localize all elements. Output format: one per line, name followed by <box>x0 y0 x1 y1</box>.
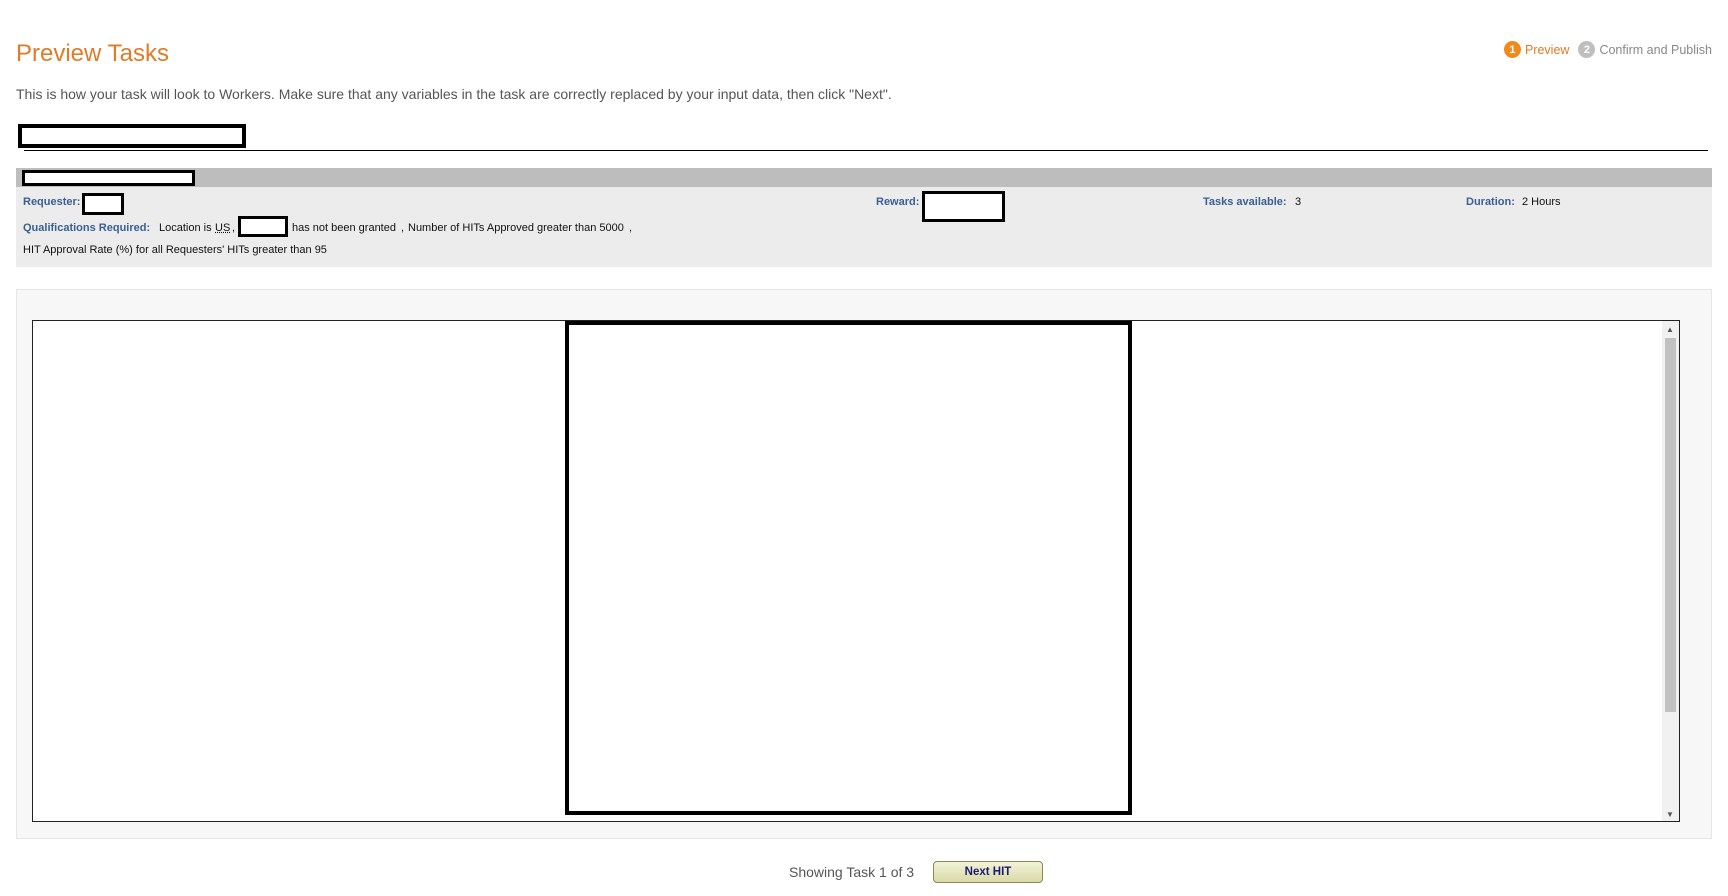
qual-separator: , <box>401 222 405 234</box>
page-title: Preview Tasks <box>16 40 169 67</box>
progress-steps: 1 Preview 2 Confirm and Publish <box>1495 41 1712 58</box>
qual-separator: , <box>232 222 236 234</box>
tasks-available-label: Tasks available: <box>1203 196 1287 208</box>
qual-location-value: US <box>215 222 231 234</box>
qual-not-granted: has not been granted <box>292 222 396 234</box>
redacted-hit-title <box>22 170 195 186</box>
scrollbar-thumb[interactable] <box>1665 338 1676 712</box>
hit-title-bar <box>16 168 1712 187</box>
step-preview: 1 Preview <box>1503 41 1570 58</box>
tasks-available-value: 3 <box>1295 196 1302 208</box>
step-label: Preview <box>1524 42 1570 57</box>
step-number: 2 <box>1578 41 1596 58</box>
qual-hits-approved: Number of HITs Approved greater than 500… <box>408 222 624 234</box>
qual-location-prefix: Location is <box>159 222 212 234</box>
scroll-up-icon[interactable]: ▲ <box>1666 325 1674 334</box>
redacted-reward <box>922 191 1005 222</box>
step-label: Confirm and Publish <box>1599 42 1712 57</box>
qual-approval-rate: HIT Approval Rate (%) for all Requesters… <box>23 244 327 256</box>
task-count-text: Showing Task 1 of 3 <box>789 864 915 880</box>
title-divider <box>24 150 1708 151</box>
duration-label: Duration: <box>1466 196 1515 208</box>
qual-separator: , <box>629 222 633 234</box>
redacted-task-title <box>18 124 246 148</box>
scroll-down-icon[interactable]: ▼ <box>1666 810 1674 819</box>
reward-label: Reward: <box>876 196 920 208</box>
step-number: 1 <box>1503 41 1521 58</box>
next-hit-button[interactable]: Next HIT <box>933 861 1043 883</box>
intro-text: This is how your task will look to Worke… <box>16 86 892 102</box>
duration-value: 2 Hours <box>1522 196 1561 208</box>
redacted-requester <box>82 193 124 215</box>
redacted-task-content <box>565 321 1132 815</box>
requester-label: Requester: <box>23 196 81 208</box>
qualifications-label: Qualifications Required: <box>23 222 151 234</box>
redacted-qualification <box>238 216 288 237</box>
step-confirm-publish: 2 Confirm and Publish <box>1578 41 1712 58</box>
